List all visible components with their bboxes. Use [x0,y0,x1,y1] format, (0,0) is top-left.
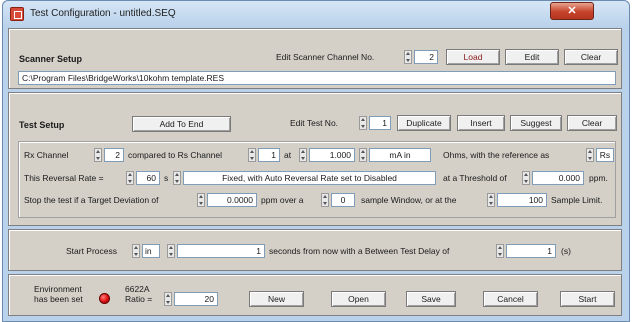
test-clear-button[interactable]: Clear [567,115,617,131]
ratio-input[interactable]: 20 [174,292,218,306]
sample-window-input[interactable]: 0 [331,193,355,207]
delay-spinner-icon[interactable] [496,244,504,258]
rx-channel-spinner-icon[interactable] [94,148,102,162]
between-test-delay-label: seconds from now with a Between Test Del… [269,246,450,256]
add-to-end-button[interactable]: Add To End [132,116,231,132]
ratio-label: 6622A Ratio = [125,284,152,304]
reversal-seconds-label: s [164,173,169,183]
title-bar[interactable]: Test Configuration - untitled.SEQ ✕ [3,1,629,27]
process-mode-spinner-icon[interactable] [132,244,140,258]
scanner-setup-heading: Scanner Setup [19,54,83,64]
test-setup-heading: Test Setup [19,120,65,130]
threshold-input[interactable]: 0.000 [532,171,584,185]
current-input[interactable]: 1.000 [309,148,355,162]
ohms-reference-label: Ohms, with the reference as [443,150,550,160]
window-title: Test Configuration - untitled.SEQ [30,8,176,19]
ratio-spinner-icon[interactable] [164,292,172,306]
unit-spinner-icon[interactable] [359,148,367,162]
reversal-mode-selector[interactable]: Fixed, with Auto Reversal Rate set to Di… [183,171,436,185]
environment-label-line1: Environment [34,284,82,294]
environment-label-line2: has been set [34,294,83,304]
test-configuration-window: Test Configuration - untitled.SEQ ✕ Scan… [2,0,630,322]
process-seconds-input[interactable]: 1 [177,244,265,258]
suggest-button[interactable]: Suggest [510,115,562,131]
app-icon [10,7,24,21]
sample-limit-label: Sample Limit. [551,195,603,205]
environment-status-led-icon [99,293,110,304]
delay-input[interactable]: 1 [506,244,556,258]
scanner-template-path-field[interactable]: C:\Program Files\BridgeWorks\10kohm temp… [18,71,616,85]
window-spinner-icon[interactable] [321,193,329,207]
scanner-clear-button[interactable]: Clear [564,49,618,65]
scanner-channel-label: Edit Scanner Channel No. [276,52,375,62]
threshold-ppm-label: ppm. [589,173,608,183]
ratio-label-line2: Ratio = [125,294,153,304]
scanner-channel-spinner-icon[interactable] [404,50,412,64]
open-button[interactable]: Open [331,291,386,307]
test-no-label: Edit Test No. [290,118,339,128]
deviation-spinner-icon[interactable] [197,193,205,207]
rs-channel-input[interactable]: 1 [258,148,280,162]
ratio-label-line1: 6622A [125,284,150,294]
close-button[interactable]: ✕ [550,2,594,20]
duplicate-button[interactable]: Duplicate [397,115,451,131]
rx-channel-label: Rx Channel [24,150,69,160]
test-parameters-group: Rx Channel 2 compared to Rs Channel 1 at… [18,141,616,218]
insert-button[interactable]: Insert [457,115,505,131]
rx-channel-input[interactable]: 2 [104,148,124,162]
test-no-spinner-icon[interactable] [359,116,367,130]
threshold-label: at a Threshold of [443,173,507,183]
at-label: at [284,150,292,160]
test-setup-panel: Test Setup Add To End Edit Test No. 1 Du… [8,92,622,226]
test-no-input[interactable]: 1 [369,116,391,130]
start-button[interactable]: Start [560,291,615,307]
deviation-input[interactable]: 0.0000 [207,193,257,207]
ppm-over-label: ppm over a [261,195,304,205]
delay-unit-label: (s) [561,246,571,256]
new-button[interactable]: New [249,291,304,307]
reversal-mode-spinner-icon[interactable] [173,171,181,185]
environment-label: Environment has been set [34,284,83,304]
reversal-rate-input[interactable]: 60 [136,171,160,185]
sample-window-label: sample Window, or at the [361,195,457,205]
save-button[interactable]: Save [406,291,456,307]
start-process-panel: Start Process in 1 seconds from now with… [8,229,622,271]
rs-channel-spinner-icon[interactable] [248,148,256,162]
scanner-edit-button[interactable]: Edit [505,49,559,65]
current-spinner-icon[interactable] [299,148,307,162]
stop-deviation-label: Stop the test if a Target Deviation of [24,195,159,205]
start-process-label: Start Process [66,246,118,256]
reference-selector[interactable]: Rs [596,148,614,162]
sample-limit-spinner-icon[interactable] [487,193,495,207]
footer-panel: Environment has been set 6622A Ratio = 2… [8,274,622,316]
scanner-setup-panel: Scanner Setup Edit Scanner Channel No. 2… [8,28,622,89]
scanner-load-button[interactable]: Load [446,49,500,65]
sample-limit-input[interactable]: 100 [497,193,547,207]
unit-selector[interactable]: mA in [369,148,431,162]
scanner-channel-input[interactable]: 2 [414,50,438,64]
cancel-button[interactable]: Cancel [483,291,538,307]
reversal-rate-spinner-icon[interactable] [126,171,134,185]
process-seconds-spinner-icon[interactable] [167,244,175,258]
threshold-spinner-icon[interactable] [522,171,530,185]
reference-spinner-icon[interactable] [586,148,594,162]
compared-to-label: compared to Rs Channel [128,150,223,160]
reversal-rate-label: This Reversal Rate = [24,173,104,183]
process-mode-selector[interactable]: in [142,244,160,258]
